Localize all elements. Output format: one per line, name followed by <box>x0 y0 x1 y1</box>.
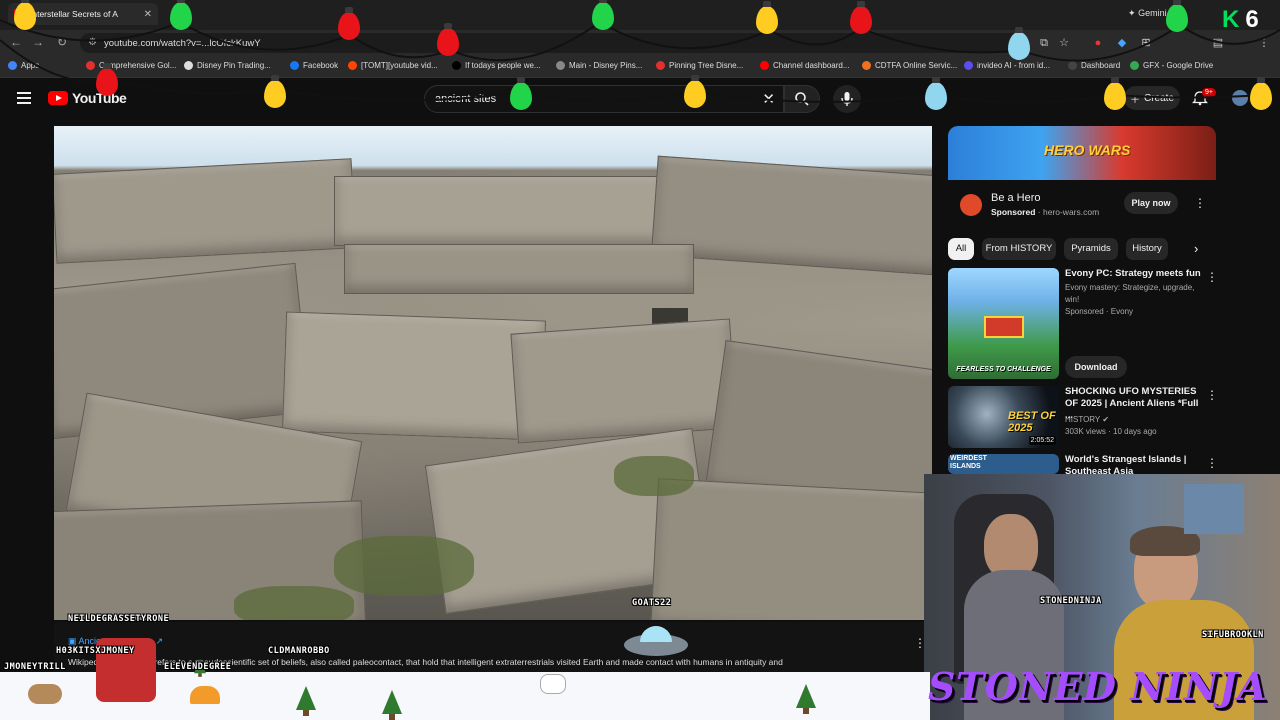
rock-slab <box>334 176 694 246</box>
play-now-button[interactable]: Play now <box>1124 192 1178 214</box>
stream-brand-title: STONED NINJA <box>928 664 1268 709</box>
rock-slab <box>650 478 932 620</box>
ad-sponsored-label: Sponsored <box>991 207 1036 217</box>
light-bulb <box>338 7 360 40</box>
recommendation-title[interactable]: World's Strangest Islands | Southeast As… <box>1065 454 1205 474</box>
grass-patch <box>614 456 694 496</box>
ad-banner-logo-text: HERO WARS <box>1044 142 1131 158</box>
chatter-username: GOATS22 <box>632 598 672 608</box>
more-options-icon[interactable]: ⋮ <box>1206 456 1216 470</box>
chatter-username: CLDMANROBBO <box>268 646 330 656</box>
light-bulb <box>1104 77 1126 110</box>
rock-slab <box>54 158 357 264</box>
stream-overlay: ▣ Ancient astronauts ↗ Wikipedia · astro… <box>0 598 930 720</box>
light-bulb <box>756 1 778 34</box>
ad-advertiser-logo <box>960 194 982 216</box>
light-bulb <box>684 75 706 108</box>
more-options-icon[interactable]: ⋮ <box>1206 270 1218 284</box>
recommendation-sponsor: Sponsored · Evony <box>1065 307 1134 316</box>
chip-history[interactable]: History <box>1126 238 1168 260</box>
chatter-username: ELEVENDEGREE <box>164 662 232 672</box>
chip-all[interactable]: All <box>948 238 974 260</box>
ad-more-options-icon[interactable]: ⋮ <box>1194 196 1206 210</box>
download-button[interactable]: Download <box>1065 356 1127 378</box>
ad-subtitle: Sponsored · hero-wars.com <box>991 207 1100 217</box>
video-thumbnail[interactable]: WEIRDEST ISLANDS <box>948 454 1059 474</box>
light-bulb <box>14 0 36 30</box>
light-bulb <box>170 0 192 30</box>
light-bulb <box>437 23 459 56</box>
recommendation-description-cont: win! <box>1065 295 1080 304</box>
channel-name[interactable]: HISTORY ✔ <box>1065 414 1109 426</box>
thumbnail-caption: FEARLESS TO CHALLENGE <box>956 366 1051 373</box>
shelf <box>1184 484 1244 534</box>
burger-sprite <box>190 686 220 704</box>
pine-tree <box>382 690 402 720</box>
video-thumbnail[interactable]: BEST OF 2025 2:05:52 <box>948 386 1059 448</box>
light-bulb <box>1250 77 1272 110</box>
info-panel-icon: ▣ <box>68 636 79 646</box>
christmas-lights-string <box>0 19 1280 104</box>
info-more-icon[interactable]: ⋮ <box>914 636 926 650</box>
creature-sprite <box>540 674 566 694</box>
light-bulb <box>96 63 118 96</box>
light-bulb <box>1166 0 1188 32</box>
ad-domain: hero-wars.com <box>1042 207 1100 217</box>
chatter-username: SIFUBROOKLN <box>1202 630 1264 640</box>
chatter-username: H03KITSXJMONEY <box>56 646 135 656</box>
thumbnail-caption: BEST OF 2025 <box>1008 410 1056 434</box>
more-options-icon[interactable]: ⋮ <box>1206 388 1218 402</box>
video-player[interactable] <box>54 126 932 620</box>
rock-slab <box>344 244 694 294</box>
sidebar-ad[interactable]: HERO WARS Be a Hero Sponsored · hero-war… <box>948 126 1216 226</box>
chatter-username: NEILDEGRASSETYRONE <box>68 614 170 624</box>
video-duration: 2:05:52 <box>1028 436 1056 445</box>
recommendation-title[interactable]: Evony PC: Strategy meets fun <box>1065 268 1205 280</box>
light-bulb <box>925 77 947 110</box>
ad-title[interactable]: Be a Hero <box>991 192 1041 204</box>
recommended-video[interactable]: BEST OF 2025 2:05:52 SHOCKING UFO MYSTER… <box>948 386 1218 448</box>
light-bulb <box>1008 27 1030 60</box>
grass-patch <box>334 536 474 596</box>
bread-sprite <box>28 684 62 704</box>
chip-from-history[interactable]: From HISTORY <box>982 238 1056 260</box>
view-count-date: 303K views · 10 days ago <box>1065 427 1157 436</box>
verified-check-icon: ✔ <box>1102 415 1110 424</box>
light-bulb <box>850 1 872 34</box>
channel-name-text: HISTORY <box>1065 415 1101 424</box>
ad-banner-image[interactable]: HERO WARS <box>948 126 1216 180</box>
video-thumbnail[interactable]: FEARLESS TO CHALLENGE <box>948 268 1059 379</box>
chatter-username: JMONEYTRILL <box>4 662 66 672</box>
thumbnail-caption: WEIRDEST ISLANDS <box>950 455 987 470</box>
light-bulb <box>264 75 286 108</box>
thumbnail-game-gate <box>984 316 1024 338</box>
streamer-username: STONEDNINJA <box>1040 596 1102 606</box>
chips-next-chevron-icon[interactable]: › <box>1194 241 1198 256</box>
sponsored-recommendation[interactable]: FEARLESS TO CHALLENGE Evony PC: Strategy… <box>948 268 1218 380</box>
rock-slab <box>281 311 547 441</box>
pine-tree <box>296 686 316 716</box>
rock-slab <box>510 318 738 444</box>
chip-pyramids[interactable]: Pyramids <box>1064 238 1118 260</box>
grass-patch <box>234 586 354 620</box>
light-bulb <box>592 0 614 30</box>
light-bulb <box>510 77 532 110</box>
related-filter-chips: All From HISTORY Pyramids History › <box>948 238 1216 260</box>
recommended-video[interactable]: WEIRDEST ISLANDS World's Strangest Islan… <box>948 454 1216 474</box>
recommendation-description: Evony mastery: Strategize, upgrade, <box>1065 283 1195 292</box>
pine-tree <box>796 684 816 714</box>
